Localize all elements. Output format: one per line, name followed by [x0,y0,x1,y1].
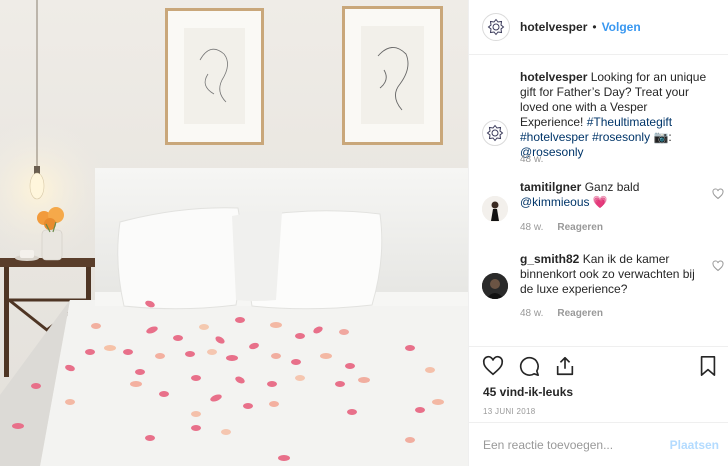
instagram-post: hotelvesper • Volgen hotelvesper Looking… [0,0,728,466]
post-photo[interactable] [0,0,468,466]
caption-colon: : [668,130,672,144]
add-comment-bar: Plaatsen [469,422,728,466]
post-header: hotelvesper • Volgen [469,0,728,55]
bookmark-icon[interactable] [697,355,719,377]
heart-emoji: 💗 [592,195,608,209]
commenter-avatar[interactable] [482,273,508,299]
comment-text: tamitilgner Ganz bald @kimmieous 💗 [520,180,710,210]
comment-meta: 48 w. Reageren [520,308,603,319]
hotel-logo-icon [487,18,505,36]
comments-list: hotelvesper Looking for an unique gift f… [469,56,728,346]
likes-count[interactable]: 45 vind-ik-leuks [483,385,573,399]
comment-icon[interactable] [518,355,540,377]
commenter-avatar[interactable] [482,196,508,222]
profile-avatar[interactable] [482,13,510,41]
hashtag-rosesonly[interactable]: #rosesonly [592,130,650,144]
bedroom-photo-illustration [0,0,468,466]
post-side-panel: hotelvesper • Volgen hotelvesper Looking… [468,0,728,466]
lamp-bulb [29,172,45,200]
avatar-photo [482,196,508,222]
header-username[interactable]: hotelvesper [520,20,587,34]
comment-message: Ganz bald [584,180,640,194]
comment-username[interactable]: g_smith82 [520,252,579,266]
comment-input[interactable] [483,437,670,452]
header-separator: • [592,20,597,34]
action-icons [482,355,576,377]
comment-age[interactable]: 48 w. [520,222,543,233]
hotel-logo-icon [486,124,504,142]
like-comment-heart-icon[interactable] [712,260,724,272]
pillows [117,207,383,310]
follow-button[interactable]: Volgen [602,20,641,34]
picture-frame-left [165,8,264,145]
comment-meta: 48 w. Reageren [520,222,603,233]
post-date[interactable]: 13 JUNI 2018 [483,407,536,416]
camera-emoji: 📷 [653,130,669,144]
share-icon[interactable] [554,355,576,377]
comment-mention[interactable]: @kimmieous [520,195,590,209]
caption-username[interactable]: hotelvesper [520,70,587,84]
reply-button[interactable]: Reageren [557,308,603,319]
comment-age[interactable]: 48 w. [520,308,543,319]
caption-meta: 48 w. [520,154,543,165]
caption-text: hotelvesper Looking for an unique gift f… [520,70,710,160]
avatar-photo [482,273,508,299]
post-comment-button[interactable]: Plaatsen [670,438,719,452]
caption-age[interactable]: 48 w. [520,154,543,165]
heart-icon[interactable] [482,355,504,377]
picture-frame-right [342,6,443,145]
duvet [40,300,468,466]
comment-username[interactable]: tamitilgner [520,180,581,194]
comment-text: g_smith82 Kan ik de kamer binnenkort ook… [520,252,710,297]
caption-avatar[interactable] [482,120,508,146]
reply-button[interactable]: Reageren [557,222,603,233]
like-comment-heart-icon[interactable] [712,188,724,200]
action-bar: 45 vind-ik-leuks 13 JUNI 2018 [469,346,728,422]
